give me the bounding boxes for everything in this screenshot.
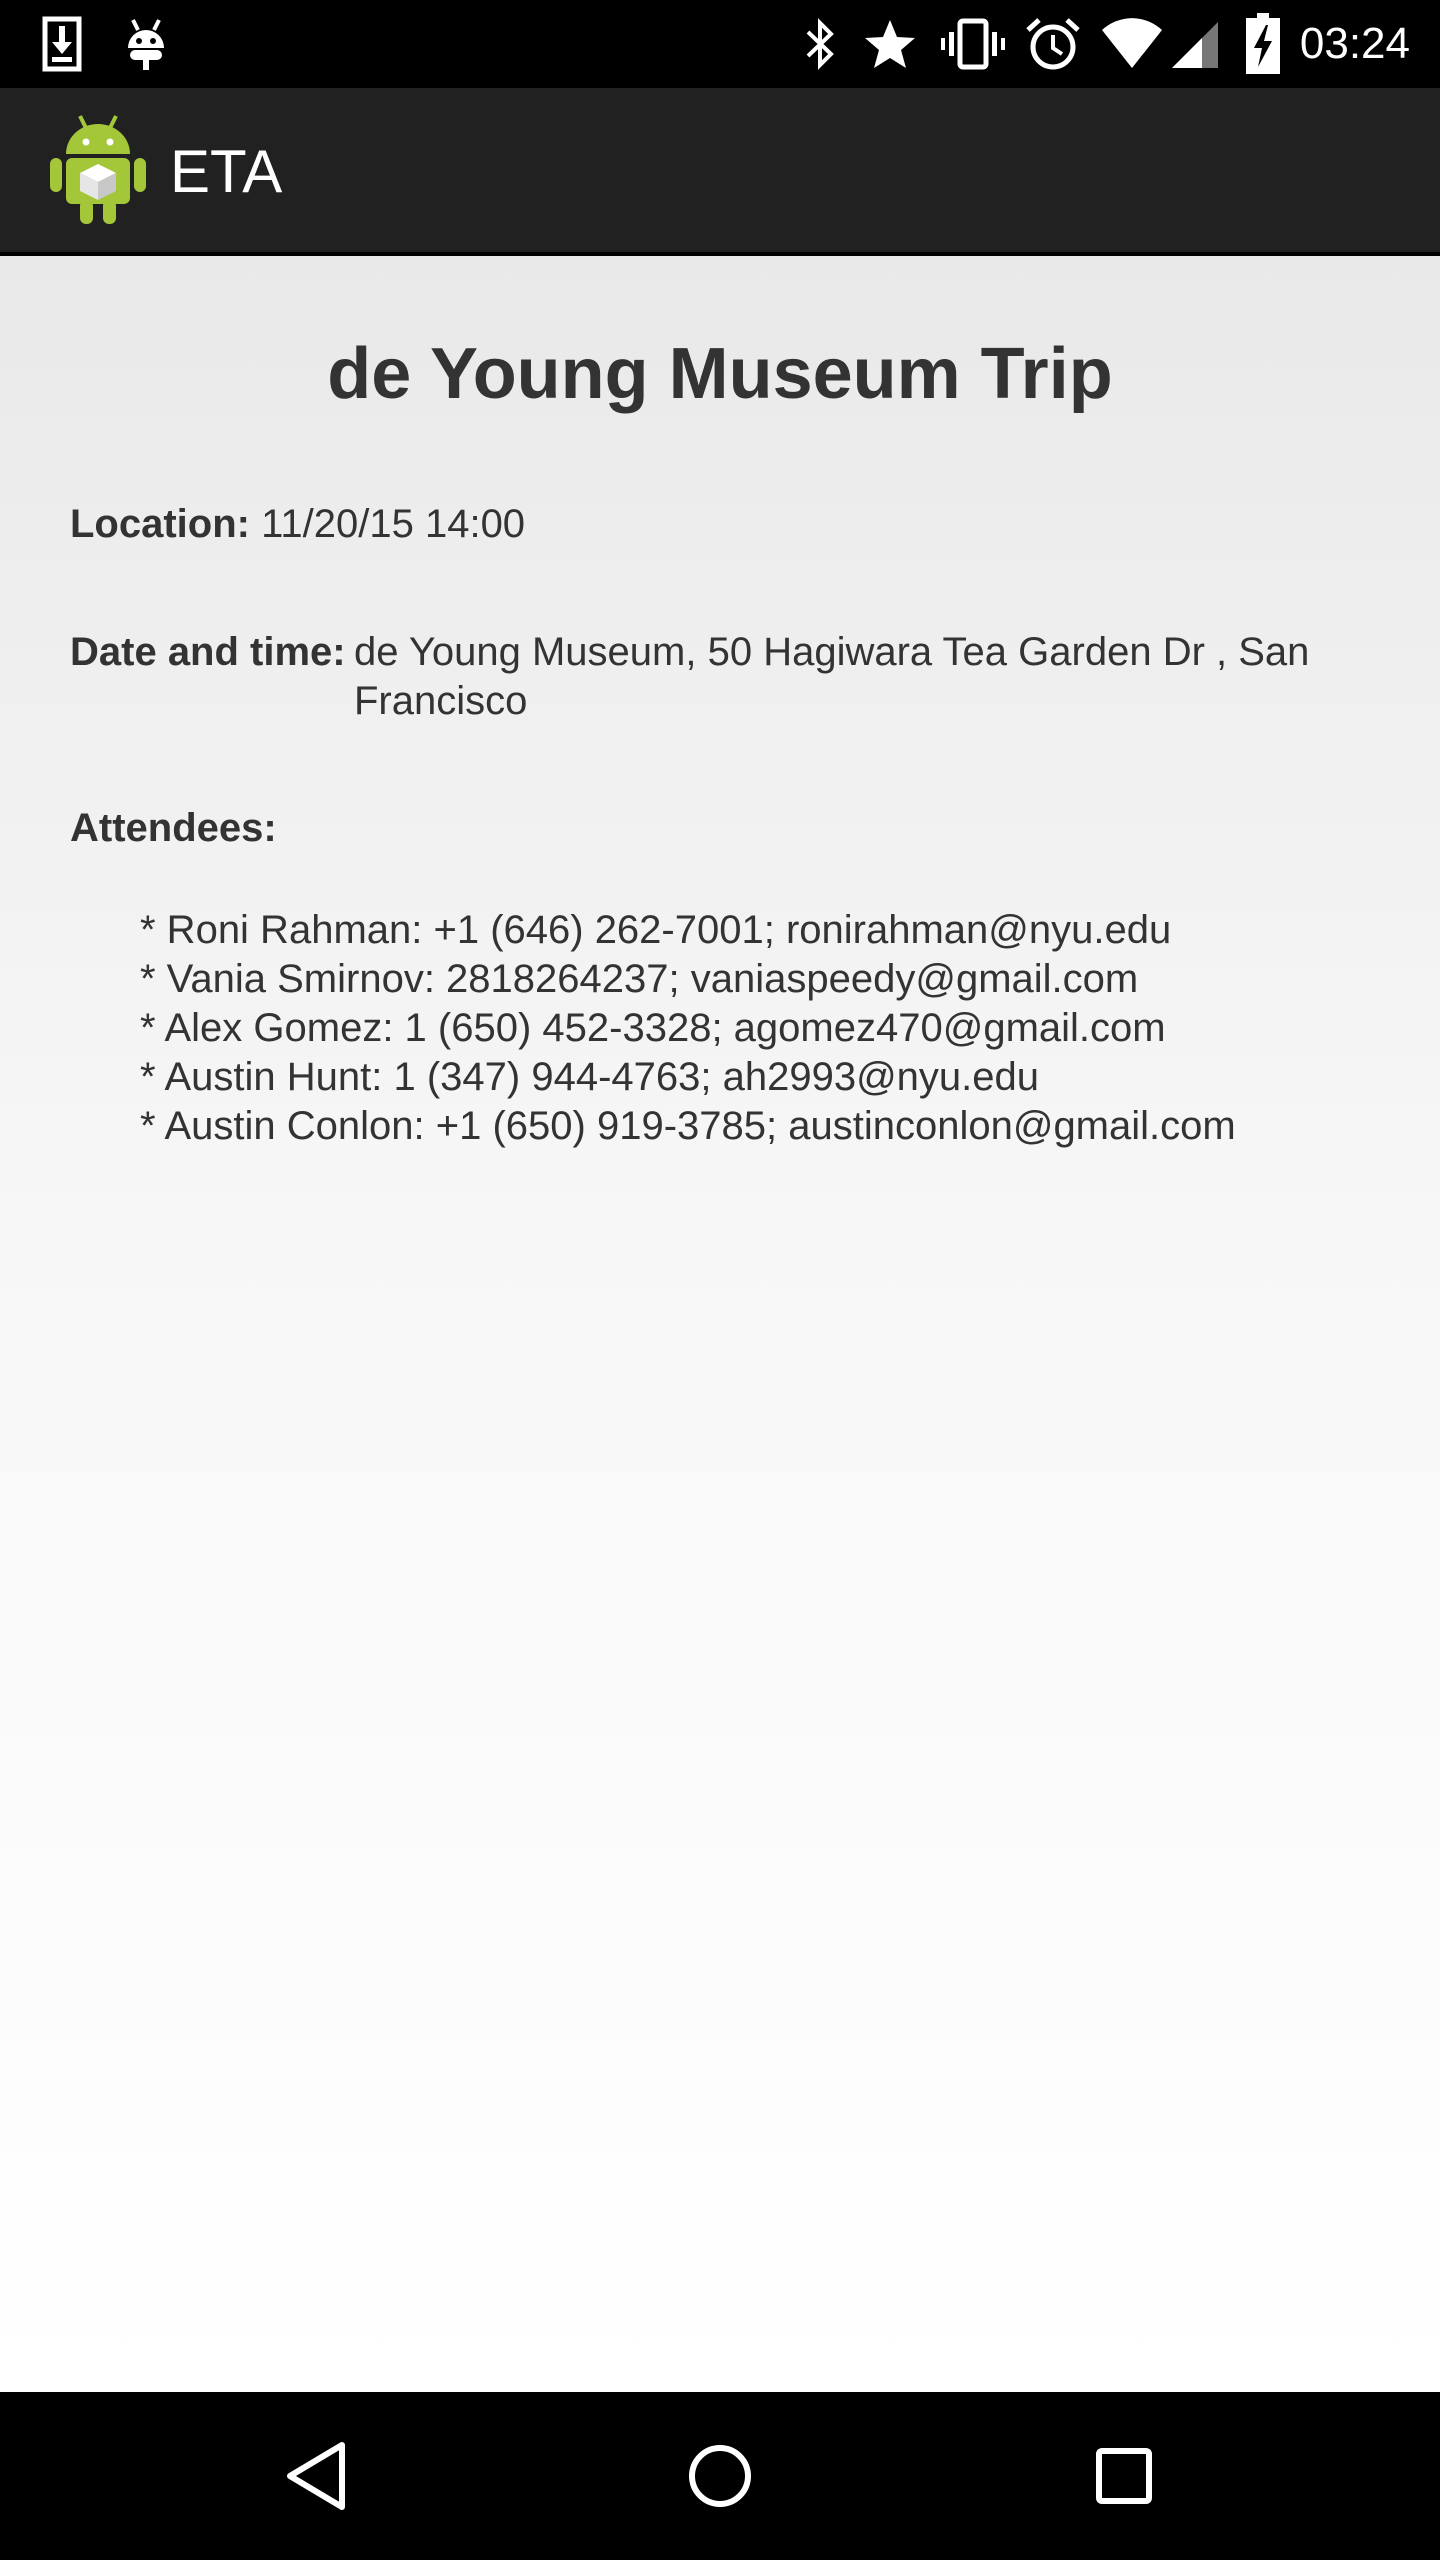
attendee-item: * Austin Conlon: +1 (650) 919-3785; aust… xyxy=(140,1104,1236,1148)
attendee-item: * Alex Gomez: 1 (650) 452-3328; agomez47… xyxy=(140,1006,1166,1050)
home-icon[interactable] xyxy=(670,2426,770,2526)
bluetooth-icon xyxy=(800,14,840,74)
location-value: 11/20/15 14:00 xyxy=(261,502,526,546)
status-time: 03:24 xyxy=(1299,19,1410,68)
location-row: Location: 11/20/15 14:00 xyxy=(70,500,525,549)
attendees-label: Attendees: xyxy=(70,806,277,850)
alarm-icon xyxy=(1024,14,1082,74)
datetime-label: Date and time: xyxy=(70,630,346,674)
attendees-list: * Roni Rahman: +1 (646) 262-7001; ronira… xyxy=(140,906,1236,1151)
star-icon xyxy=(862,14,918,74)
vibrate-icon xyxy=(940,14,1006,74)
download-icon xyxy=(40,14,84,74)
wifi-icon xyxy=(1100,14,1164,74)
android-app-icon[interactable] xyxy=(48,114,148,226)
back-icon[interactable] xyxy=(266,2426,366,2526)
datetime-value: de Young Museum, 50 Hagiwara Tea Garden … xyxy=(354,630,1310,723)
location-label: Location: xyxy=(70,502,250,546)
page-title: de Young Museum Trip xyxy=(327,334,1113,414)
app-title: ETA xyxy=(170,138,283,205)
attendee-item: * Austin Hunt: 1 (347) 944-4763; ah2993@… xyxy=(140,1055,1040,1099)
status-bar: 03:24 xyxy=(0,0,1440,88)
recents-icon[interactable] xyxy=(1074,2426,1174,2526)
attendee-item: * Vania Smirnov: 2818264237; vaniaspeedy… xyxy=(140,957,1139,1001)
action-bar: ETA xyxy=(0,88,1440,256)
event-details: de Young Museum Trip Location: 11/20/15 … xyxy=(0,256,1440,2392)
attendee-item: * Roni Rahman: +1 (646) 262-7001; ronira… xyxy=(140,908,1172,952)
navigation-bar xyxy=(0,2392,1440,2560)
android-debug-icon xyxy=(124,14,168,74)
battery-charging-icon xyxy=(1244,13,1282,74)
cell-signal-icon xyxy=(1170,14,1220,74)
